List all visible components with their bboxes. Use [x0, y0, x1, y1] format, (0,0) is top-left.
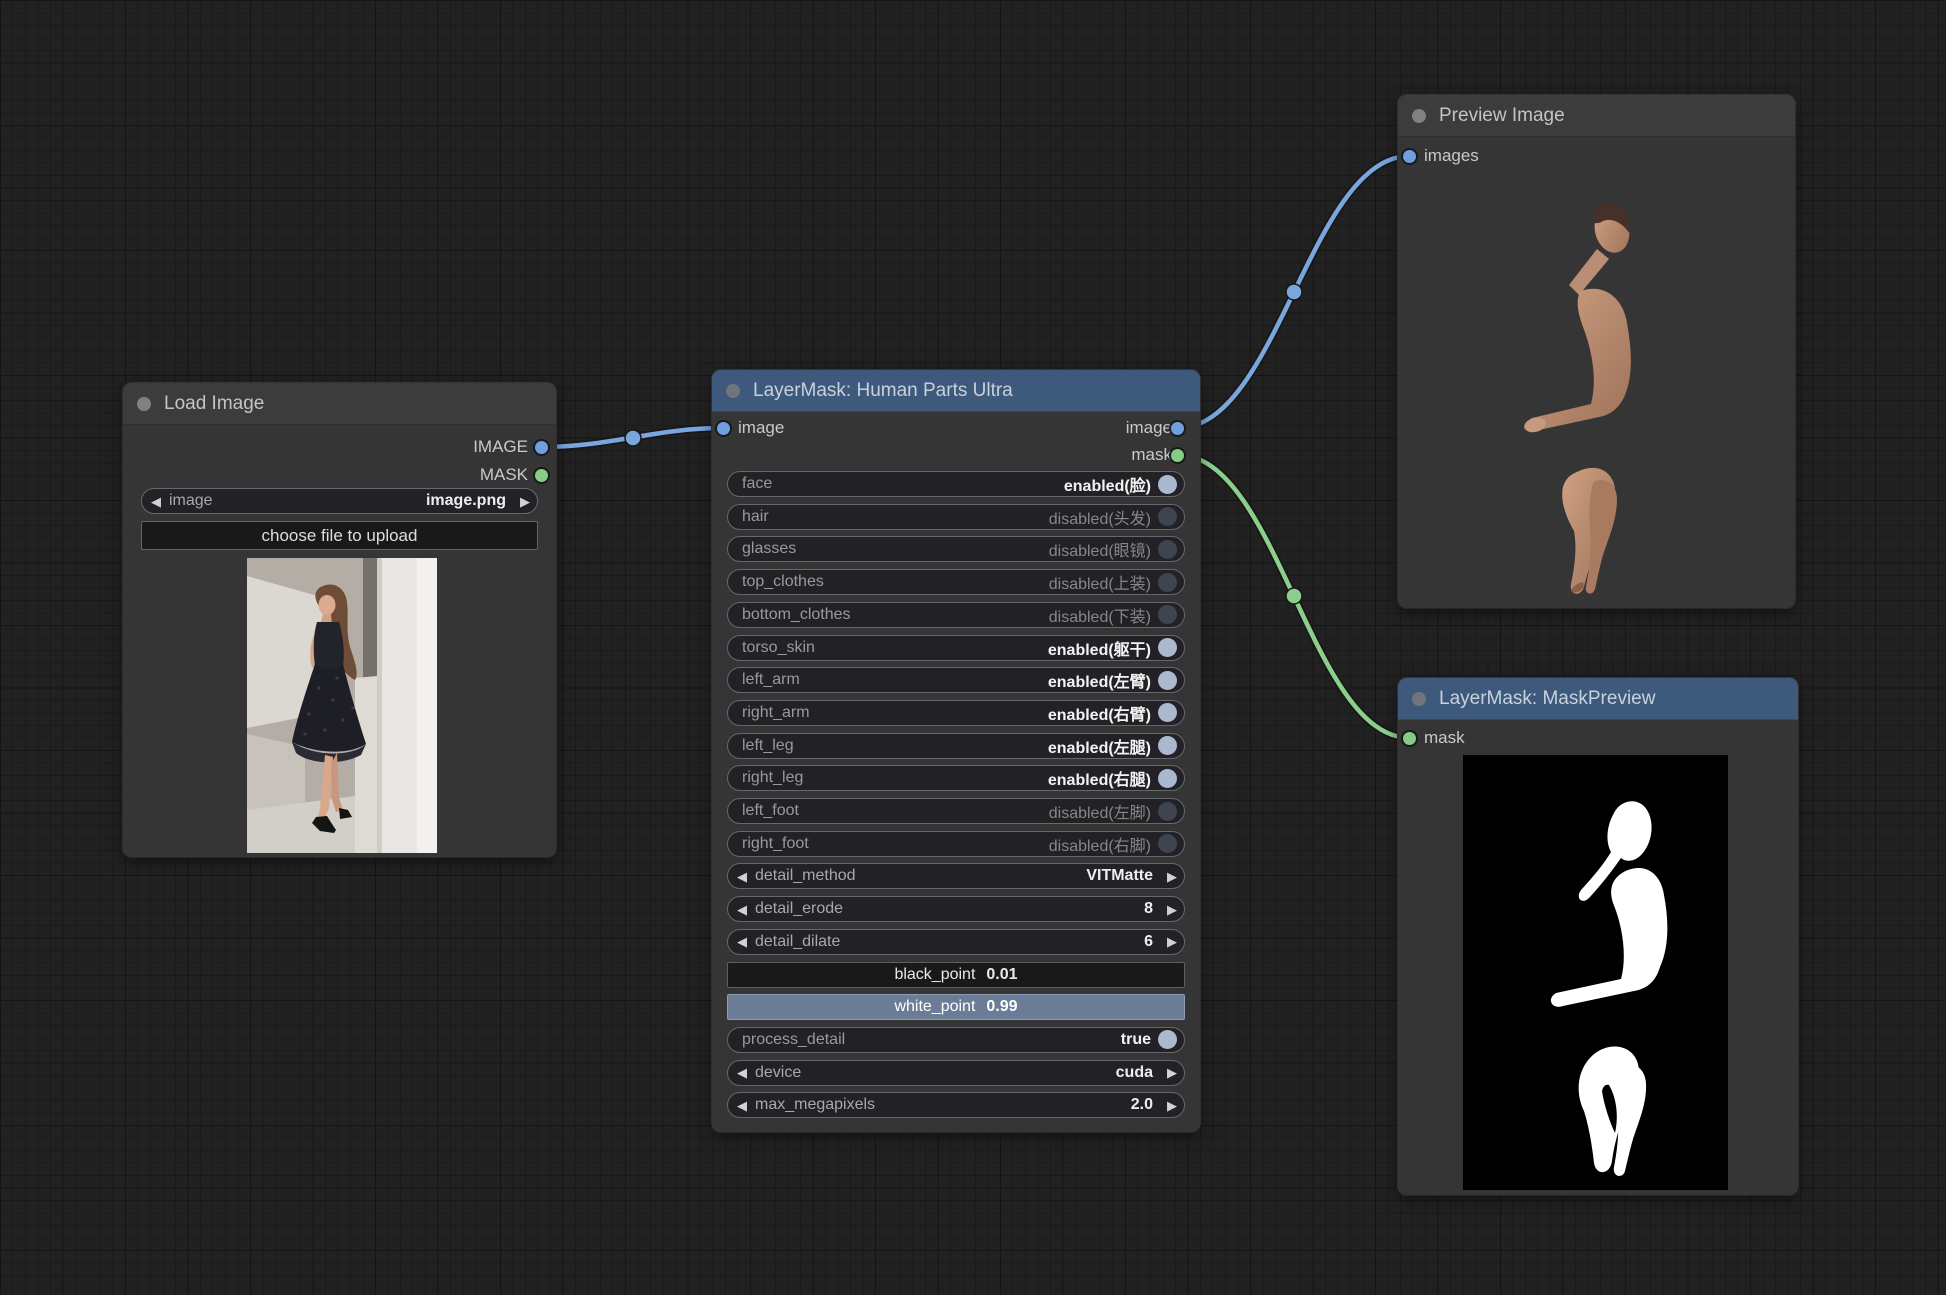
toggle-dot-icon[interactable] — [1158, 736, 1177, 755]
preview-figure-image — [1427, 175, 1767, 595]
combo-right-arrow-icon[interactable]: ▶ — [1167, 870, 1177, 883]
collapse-dot-icon[interactable] — [726, 384, 740, 398]
widget-device[interactable]: ◀devicecuda▶ — [727, 1060, 1185, 1086]
images-input-port[interactable] — [1403, 150, 1416, 163]
combo-left-arrow-icon[interactable]: ◀ — [737, 903, 747, 916]
node-load-image-header[interactable]: Load Image — [123, 383, 556, 425]
combo-value: image.png — [426, 492, 506, 510]
collapse-dot-icon[interactable] — [1412, 692, 1426, 706]
node-graph-canvas[interactable]: Load Image IMAGE MASK ◀ image image.png … — [0, 0, 1946, 1295]
node-title: LayerMask: MaskPreview — [1439, 688, 1655, 710]
photo-thumbnail — [247, 558, 437, 853]
widget-image-combo[interactable]: ◀ image image.png ▶ — [141, 488, 538, 514]
node-load-image[interactable]: Load Image IMAGE MASK ◀ image image.png … — [123, 383, 556, 857]
wire-midpoint-dot[interactable] — [1286, 588, 1302, 604]
collapse-dot-icon[interactable] — [137, 397, 151, 411]
combo-right-arrow-icon[interactable]: ▶ — [1167, 1099, 1177, 1112]
toggle-dot-icon[interactable] — [1158, 769, 1177, 788]
combo-right-arrow-icon[interactable]: ▶ — [1167, 903, 1177, 916]
toggle-dot-icon[interactable] — [1158, 834, 1177, 853]
widget-detail_erode[interactable]: ◀detail_erode8▶ — [727, 896, 1185, 922]
input-slot-images: images — [1424, 143, 1479, 169]
toggle-dot-icon[interactable] — [1158, 540, 1177, 559]
output-slot-image: IMAGE — [473, 434, 528, 460]
widget-top_clothes[interactable]: top_clothesdisabled(上装) — [727, 569, 1185, 595]
toggle-dot-icon[interactable] — [1158, 703, 1177, 722]
mask-silhouette-image — [1463, 755, 1728, 1190]
widget-process_detail[interactable]: process_detailtrue — [727, 1027, 1185, 1053]
toggle-dot-icon[interactable] — [1158, 475, 1177, 494]
toggle-dot-icon[interactable] — [1158, 507, 1177, 526]
combo-left-arrow-icon[interactable]: ◀ — [737, 1066, 747, 1079]
mask-output-port[interactable] — [1171, 449, 1184, 462]
node-mask-preview-header[interactable]: LayerMask: MaskPreview — [1398, 678, 1798, 720]
collapse-dot-icon[interactable] — [1412, 109, 1426, 123]
widget-left_foot[interactable]: left_footdisabled(左脚) — [727, 798, 1185, 824]
output-slot-image: image — [1126, 415, 1172, 441]
node-title: LayerMask: Human Parts Ultra — [753, 380, 1013, 402]
combo-right-arrow-icon[interactable]: ▶ — [1167, 1066, 1177, 1079]
mask-input-port[interactable] — [1403, 732, 1416, 745]
widget-face[interactable]: faceenabled(脸) — [727, 471, 1185, 497]
choose-file-button[interactable]: choose file to upload — [141, 521, 538, 550]
toggle-dot-icon[interactable] — [1158, 605, 1177, 624]
combo-right-arrow-icon[interactable]: ▶ — [1167, 935, 1177, 948]
input-slot-image: image — [738, 415, 784, 441]
widget-bottom_clothes[interactable]: bottom_clothesdisabled(下装) — [727, 602, 1185, 628]
widget-left_arm[interactable]: left_armenabled(左臂) — [727, 667, 1185, 693]
widget-detail_dilate[interactable]: ◀detail_dilate6▶ — [727, 929, 1185, 955]
widget-right_foot[interactable]: right_footdisabled(右脚) — [727, 831, 1185, 857]
combo-right-arrow-icon[interactable]: ▶ — [520, 495, 530, 508]
toggle-dot-icon[interactable] — [1158, 1030, 1177, 1049]
node-preview-image-header[interactable]: Preview Image — [1398, 95, 1795, 137]
widget-hair[interactable]: hairdisabled(头发) — [727, 504, 1185, 530]
widget-black_point[interactable]: black_point0.01 — [727, 962, 1185, 988]
combo-left-arrow-icon[interactable]: ◀ — [151, 495, 161, 508]
widget-max_megapixels[interactable]: ◀max_megapixels2.0▶ — [727, 1092, 1185, 1118]
toggle-dot-icon[interactable] — [1158, 802, 1177, 821]
combo-left-arrow-icon[interactable]: ◀ — [737, 935, 747, 948]
output-slot-mask: MASK — [480, 462, 528, 488]
combo-left-arrow-icon[interactable]: ◀ — [737, 1099, 747, 1112]
mask-output-port[interactable] — [535, 469, 548, 482]
node-mask-preview[interactable]: LayerMask: MaskPreview mask — [1398, 678, 1798, 1195]
node-title: Preview Image — [1439, 105, 1565, 127]
node-preview-image[interactable]: Preview Image images — [1398, 95, 1795, 608]
toggle-dot-icon[interactable] — [1158, 573, 1177, 592]
widget-right_arm[interactable]: right_armenabled(右臂) — [727, 700, 1185, 726]
widget-torso_skin[interactable]: torso_skinenabled(躯干) — [727, 635, 1185, 661]
input-slot-mask: mask — [1424, 725, 1465, 751]
node-human-parts-ultra[interactable]: LayerMask: Human Parts Ultra image image… — [712, 370, 1200, 1132]
image-output-port[interactable] — [535, 441, 548, 454]
combo-left-arrow-icon[interactable]: ◀ — [737, 870, 747, 883]
node-human-parts-header[interactable]: LayerMask: Human Parts Ultra — [712, 370, 1200, 412]
toggle-dot-icon[interactable] — [1158, 671, 1177, 690]
widget-left_leg[interactable]: left_legenabled(左腿) — [727, 733, 1185, 759]
image-output-port[interactable] — [1171, 422, 1184, 435]
output-slot-mask: mask — [1131, 442, 1172, 468]
wire-midpoint-dot[interactable] — [625, 430, 641, 446]
node-title: Load Image — [164, 393, 264, 415]
widget-right_leg[interactable]: right_legenabled(右腿) — [727, 765, 1185, 791]
widget-detail_method[interactable]: ◀detail_methodVITMatte▶ — [727, 863, 1185, 889]
image-input-port[interactable] — [717, 422, 730, 435]
wire-midpoint-dot[interactable] — [1286, 284, 1302, 300]
widget-white_point[interactable]: white_point0.99 — [727, 994, 1185, 1020]
toggle-dot-icon[interactable] — [1158, 638, 1177, 657]
widget-glasses[interactable]: glassesdisabled(眼镜) — [727, 536, 1185, 562]
